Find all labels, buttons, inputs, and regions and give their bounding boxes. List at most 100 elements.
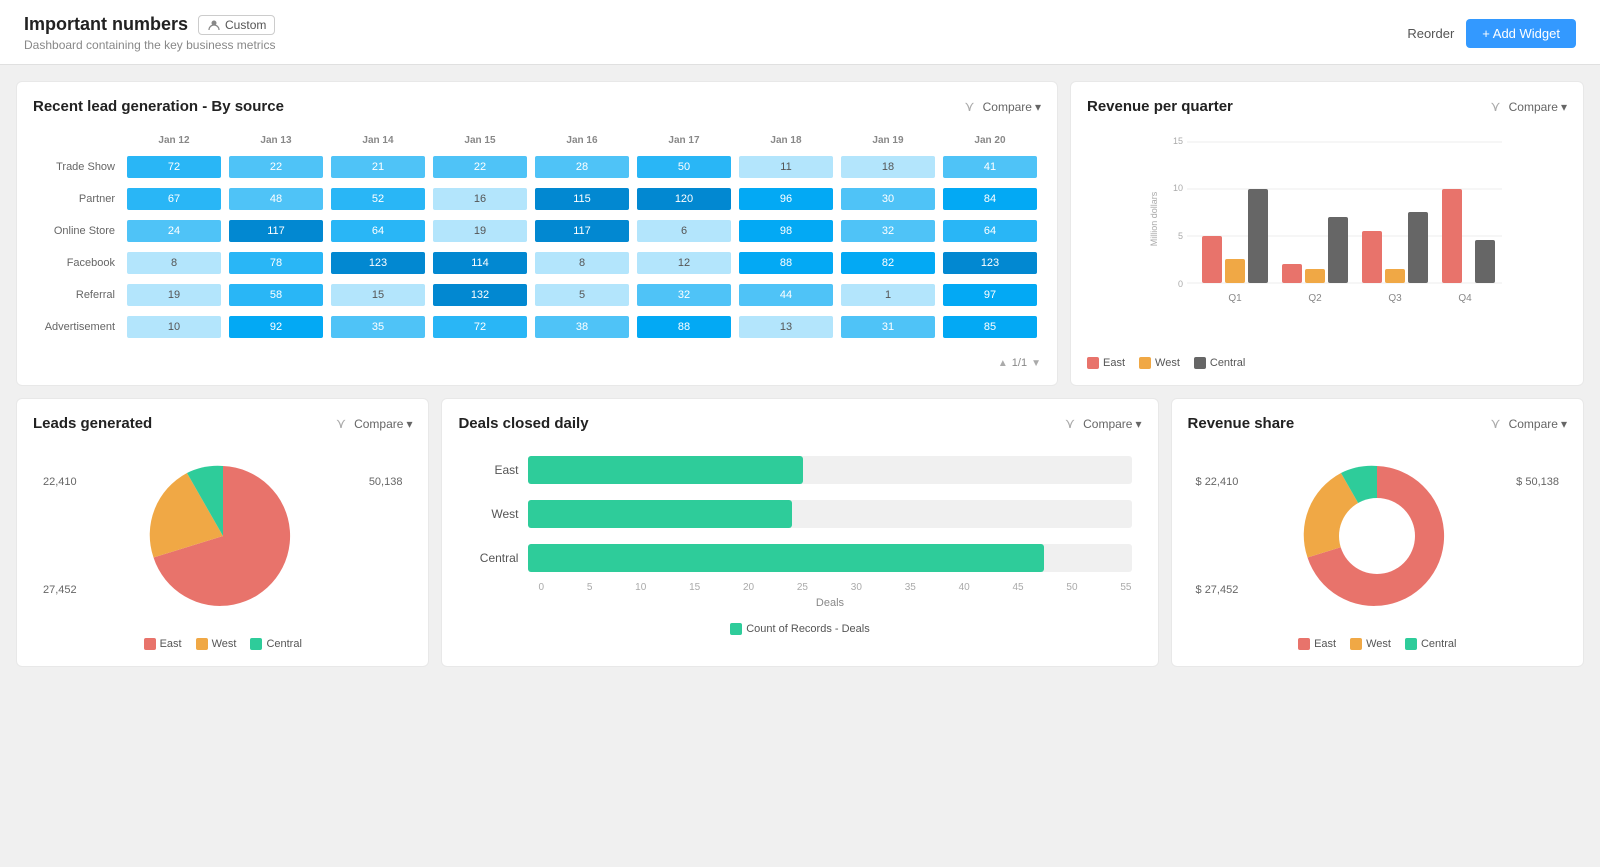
legend-west-rs: West [1350,638,1391,650]
central-label-rs: Central [1421,638,1456,650]
compare-button-leads[interactable]: Compare ▾ [354,417,412,431]
leads-pie-svg [143,456,303,616]
west-dot-leads [196,638,208,650]
legend-east-leads: East [144,638,182,650]
compare-button-revenue-share[interactable]: Compare ▾ [1509,417,1567,431]
header-left: Important numbers Custom Dashboard conta… [24,14,275,52]
deals-row-central: Central [468,544,1131,572]
deals-bar-chart: East West Central [458,446,1141,609]
revenue-share-title: Revenue share [1188,415,1295,432]
deals-x-axis-label: Deals [468,597,1131,609]
deals-fill-west [528,500,791,528]
deals-row-east: East [468,456,1131,484]
deals-closed-controls: ⋎ Compare ▾ [1065,415,1142,432]
pagination-up-icon[interactable]: ▲ [998,358,1008,369]
svg-text:0: 0 [1178,279,1183,289]
deals-track-west [528,500,1131,528]
heatmap-title: Recent lead generation - By source [33,98,284,115]
donut-label-top-left: $ 22,410 [1196,476,1239,488]
compare-label-deals: Compare [1083,417,1132,431]
table-row: Facebook8781231148128882123 [33,247,1041,279]
pagination-down-icon[interactable]: ▼ [1031,358,1041,369]
filter-icon-revenue[interactable]: ⋎ [1490,98,1500,115]
legend-central-rs: Central [1405,638,1456,650]
revenue-share-svg [1297,456,1457,616]
central-dot-rs [1405,638,1417,650]
deals-x-axis: 0 5 10 15 20 25 30 35 40 45 50 55 [468,582,1131,593]
chevron-down-icon-leads: ▾ [406,417,412,431]
leads-legend: East West Central [33,638,412,650]
deals-label-east: East [468,463,528,477]
filter-icon-leads[interactable]: ⋎ [336,415,346,432]
leads-pie-container: 22,410 50,138 27,452 [33,446,412,626]
legend-central-leads: Central [250,638,301,650]
x-tick-20: 20 [743,582,754,593]
heatmap-table: Jan 12Jan 13Jan 14Jan 15Jan 16Jan 17Jan … [33,129,1041,353]
x-tick-40: 40 [959,582,970,593]
deals-closed-header: Deals closed daily ⋎ Compare ▾ [458,415,1141,432]
revenue-bar-svg: 15 10 5 0 Million dollars Q1 [1087,129,1567,349]
revenue-quarter-controls: ⋎ Compare ▾ [1490,98,1567,115]
revenue-share-legend: East West Central [1188,638,1567,650]
east-color [1087,357,1099,369]
row-2: Leads generated ⋎ Compare ▾ 22,410 50,13… [16,398,1584,667]
legend-west-leads: West [196,638,237,650]
table-row: Partner67485216115120963084 [33,183,1041,215]
heatmap-container: Jan 12Jan 13Jan 14Jan 15Jan 16Jan 17Jan … [33,129,1041,369]
table-row: Online Store2411764191176983264 [33,215,1041,247]
west-color [1139,357,1151,369]
x-tick-25: 25 [797,582,808,593]
custom-badge[interactable]: Custom [198,15,275,35]
compare-label-revenue: Compare [1509,100,1558,114]
pie-label-bottom-left: 27,452 [43,584,77,596]
deals-label-west: West [468,507,528,521]
add-widget-button[interactable]: + Add Widget [1466,19,1576,48]
svg-text:Q1: Q1 [1228,293,1242,304]
header-actions: Reorder + Add Widget [1407,19,1576,48]
x-tick-30: 30 [851,582,862,593]
legend-west: West [1139,357,1180,369]
revenue-share-donut-container: $ 22,410 $ 50,138 $ 27,452 [1188,446,1567,626]
table-row: Trade Show722221222850111841 [33,151,1041,183]
central-label-leads: Central [266,638,301,650]
deals-legend-label: Count of Records - Deals [746,623,870,635]
east-label-rs: East [1314,638,1336,650]
donut-label-bottom-left: $ 27,452 [1196,584,1239,596]
chevron-down-icon-revenue-share: ▾ [1561,417,1567,431]
compare-button-deals[interactable]: Compare ▾ [1083,417,1141,431]
filter-icon[interactable]: ⋎ [964,98,974,115]
svg-text:Q3: Q3 [1388,293,1402,304]
donut-label-top-right: $ 50,138 [1516,476,1559,488]
row-1: Recent lead generation - By source ⋎ Com… [16,81,1584,386]
central-label: Central [1210,357,1245,369]
page-title: Important numbers Custom [24,14,275,35]
person-icon [207,18,221,32]
deals-track-central [528,544,1131,572]
east-dot-leads [144,638,156,650]
filter-icon-revenue-share[interactable]: ⋎ [1490,415,1500,432]
compare-button-revenue[interactable]: Compare ▾ [1509,100,1567,114]
deals-label-central: Central [468,551,528,565]
compare-label: Compare [983,100,1032,114]
compare-label-leads: Compare [354,417,403,431]
reorder-button[interactable]: Reorder [1407,26,1454,41]
svg-text:10: 10 [1173,183,1183,193]
header-subtitle: Dashboard containing the key business me… [24,38,275,52]
east-label: East [1103,357,1125,369]
legend-central: Central [1194,357,1245,369]
chevron-down-icon-deals: ▾ [1135,417,1141,431]
central-dot-leads [250,638,262,650]
compare-button-heatmap[interactable]: Compare ▾ [983,100,1041,114]
svg-text:5: 5 [1178,231,1183,241]
filter-icon-deals[interactable]: ⋎ [1065,415,1075,432]
west-label-rs: West [1366,638,1391,650]
revenue-share-controls: ⋎ Compare ▾ [1490,415,1567,432]
legend-east-rs: East [1298,638,1336,650]
west-dot-rs [1350,638,1362,650]
revenue-quarter-chart: 15 10 5 0 Million dollars Q1 [1087,129,1567,349]
chevron-down-icon: ▾ [1035,100,1041,114]
badge-label: Custom [225,18,266,32]
deals-fill-east [528,456,802,484]
east-dot-rs [1298,638,1310,650]
x-tick-10: 10 [635,582,646,593]
